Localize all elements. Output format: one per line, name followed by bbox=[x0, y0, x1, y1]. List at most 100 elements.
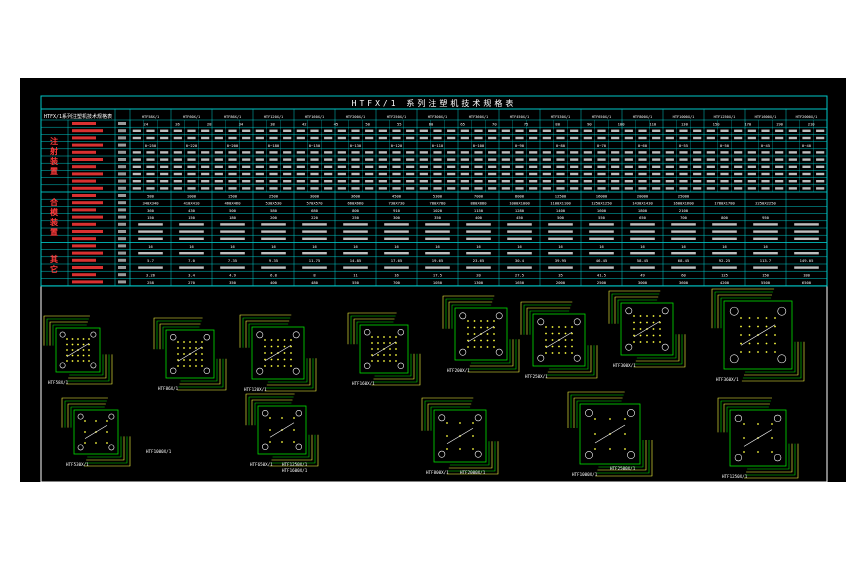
mounting-hole bbox=[293, 429, 295, 431]
centre-line bbox=[467, 325, 495, 343]
table-cell-placeholder bbox=[734, 172, 743, 176]
table-cell-placeholder bbox=[242, 136, 251, 140]
table-cell-placeholder bbox=[816, 187, 825, 190]
table-cell-placeholder bbox=[466, 252, 491, 255]
table-cell-placeholder bbox=[515, 158, 524, 161]
table-cell: 400 bbox=[270, 280, 278, 285]
table-cell: 1280 bbox=[515, 208, 525, 213]
drawing-caption-extra: HTF1000X/1 bbox=[146, 449, 172, 454]
table-cell-placeholder bbox=[529, 180, 538, 183]
table-cell: 3.4 bbox=[188, 273, 196, 278]
drawing-caption: HTF1250X/1 bbox=[722, 474, 748, 479]
table-cell-placeholder bbox=[337, 187, 346, 190]
bracket-line bbox=[546, 345, 595, 376]
mounting-hole bbox=[571, 352, 573, 354]
table-cell-placeholder bbox=[788, 165, 797, 168]
table-cell-placeholder bbox=[720, 187, 729, 190]
table-cell-placeholder bbox=[146, 180, 155, 183]
table-cell: 30.4 bbox=[515, 258, 525, 263]
table-cell: 1600X1600 bbox=[673, 201, 694, 206]
bracket-line bbox=[717, 397, 772, 433]
bracket-line bbox=[177, 358, 227, 391]
table-cell-placeholder bbox=[310, 129, 319, 132]
table-cell-placeholder bbox=[269, 187, 278, 190]
table-cell: 480 bbox=[311, 280, 319, 285]
table-cell-placeholder bbox=[652, 151, 661, 154]
table-cell: 11.75 bbox=[309, 258, 320, 263]
mounting-hole bbox=[493, 333, 495, 335]
table-cell-placeholder bbox=[220, 266, 245, 269]
table-cell: 680 bbox=[311, 208, 319, 213]
table-cell-placeholder bbox=[296, 129, 305, 132]
table-cell-placeholder bbox=[515, 151, 524, 154]
bracket-line bbox=[66, 354, 113, 385]
bracket-line bbox=[239, 314, 292, 348]
table-cell-placeholder bbox=[447, 180, 456, 183]
table-cell-placeholder bbox=[775, 129, 784, 132]
table-cell-placeholder bbox=[570, 180, 579, 183]
table-cell: 3600 bbox=[679, 280, 689, 285]
table-cell-placeholder bbox=[302, 230, 327, 233]
tie-bar-hole bbox=[459, 348, 467, 356]
bracket-line bbox=[567, 391, 625, 428]
table-cell-placeholder bbox=[515, 172, 524, 176]
table-cell: 430 bbox=[188, 208, 196, 213]
table-cell-placeholder bbox=[638, 151, 647, 154]
unit-mark bbox=[118, 222, 126, 226]
table-cell-placeholder bbox=[179, 266, 204, 269]
table-cell-placeholder bbox=[384, 266, 409, 269]
table-cell-placeholder bbox=[242, 158, 251, 161]
table-cell-placeholder bbox=[652, 165, 661, 168]
table-cell-placeholder bbox=[548, 237, 573, 240]
row-label-mark bbox=[72, 143, 103, 147]
bracket-line bbox=[427, 403, 472, 431]
table-cell-placeholder bbox=[775, 172, 784, 176]
table-cell-placeholder bbox=[283, 129, 292, 132]
table-cell-placeholder bbox=[816, 165, 825, 168]
machine-drawings: HTF58X/1 HTF86X/1 HTF120X/1 HTF160X/1 HTF200… bbox=[43, 288, 805, 479]
table-cell-placeholder bbox=[706, 136, 715, 140]
table-cell-placeholder bbox=[624, 172, 633, 176]
table-cell-placeholder bbox=[343, 266, 368, 269]
table-cell-placeholder bbox=[652, 172, 661, 176]
machine-drawing: HTF160X/1 bbox=[347, 312, 421, 386]
table-subtitle: HTFX/1系列注塑机技术规格表 bbox=[44, 113, 112, 120]
section-label-char: 置 bbox=[50, 227, 58, 237]
mounting-hole bbox=[551, 352, 554, 354]
table-cell-placeholder bbox=[611, 165, 620, 168]
row-label-mark bbox=[72, 186, 103, 190]
tie-bar-hole bbox=[585, 409, 593, 417]
table-cell: 16 bbox=[517, 244, 522, 249]
mounting-hole bbox=[293, 441, 295, 443]
table-cell: 68.45 bbox=[678, 258, 689, 263]
table-cell: 1650 bbox=[515, 280, 525, 285]
table-cell-placeholder bbox=[507, 237, 532, 240]
bracket-line bbox=[84, 436, 131, 467]
table-cell-placeholder bbox=[433, 129, 442, 132]
unit-mark bbox=[118, 122, 126, 125]
table-cell-placeholder bbox=[173, 187, 182, 190]
mounting-hole bbox=[774, 325, 776, 328]
bracket-line bbox=[248, 323, 289, 348]
table-cell: 16 bbox=[394, 273, 399, 278]
table-cell-placeholder bbox=[173, 165, 182, 168]
table-cell-placeholder bbox=[474, 172, 483, 176]
tie-bar-hole bbox=[59, 331, 66, 338]
table-cell: 1100X1100 bbox=[550, 201, 571, 206]
model-header-label: HTF86X/1 bbox=[224, 115, 241, 119]
table-cell-placeholder bbox=[146, 172, 155, 176]
section-label-char: 它 bbox=[50, 264, 58, 274]
table-cell: 4500 bbox=[392, 193, 402, 198]
table-cell-placeholder bbox=[597, 165, 606, 168]
table-cell-placeholder bbox=[138, 252, 163, 255]
cad-canvas[interactable]: HTFX/1 系列注塑机技术规格表 HTFX/1系列注塑机技术规格表 注射装置合… bbox=[20, 78, 846, 482]
model-header-label: HTF1000X/1 bbox=[673, 115, 695, 119]
table-cell-placeholder bbox=[761, 165, 770, 168]
tie-bar-hole bbox=[262, 443, 269, 450]
table-cell-placeholder bbox=[425, 237, 450, 240]
table-cell: 4.9 bbox=[229, 273, 237, 278]
machine-drawing: HTF650X/1 bbox=[245, 393, 319, 467]
mounting-hole bbox=[269, 429, 271, 431]
table-cell-placeholder bbox=[384, 230, 409, 233]
table-cell: 8000 bbox=[515, 193, 525, 198]
